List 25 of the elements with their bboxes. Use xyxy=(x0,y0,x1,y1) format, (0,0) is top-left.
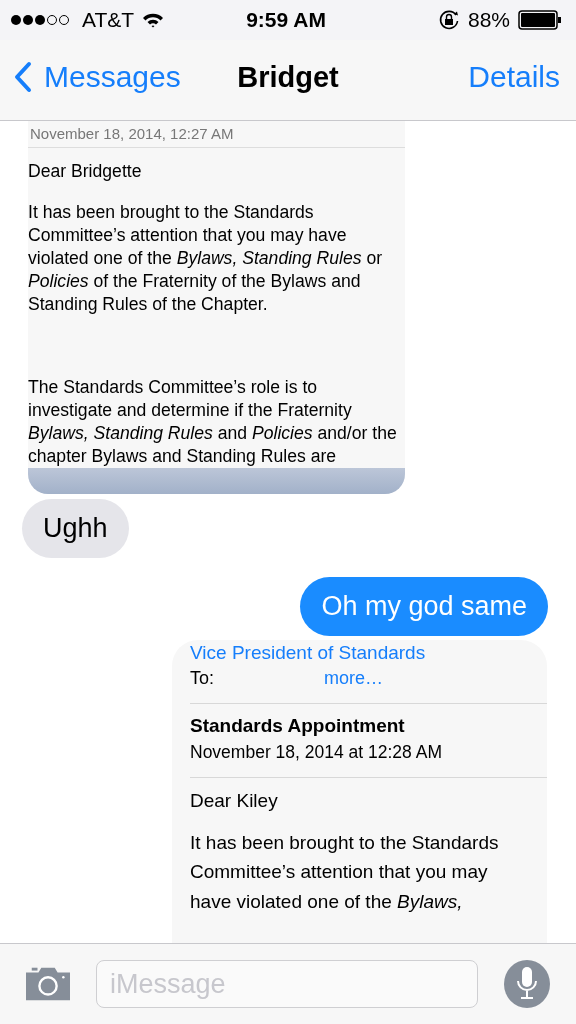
clock-time: 9:59 AM xyxy=(246,8,326,32)
back-button[interactable]: Messages xyxy=(14,60,181,94)
details-button[interactable]: Details xyxy=(468,60,560,94)
email-subject: Standards Appointment xyxy=(190,715,406,737)
carrier-name: AT&T xyxy=(82,8,135,32)
message-bubble: Oh my god same xyxy=(300,577,548,636)
email-sender: Vice President of Standards xyxy=(190,642,427,664)
rotation-lock-icon xyxy=(437,9,460,31)
chevron-left-icon xyxy=(14,61,32,93)
email-paragraph: The Standards Committee’s role is to investigate and determine if the Fraternity Bylaws, Standing Rules and Policies and/or the chapter Bylaws and Standing Rules are xyxy=(28,376,398,468)
email-paragraph: It has been brought to the Standards Committee’s attention that you may have violated one of the Bylaws, Standing Rules or Policies of the Fraternity of the Bylaws and Standing Rules of the Chapter. xyxy=(28,201,384,316)
contact-name: Bridget xyxy=(236,60,340,94)
email-date: November 18, 2014 at 12:28 AM xyxy=(190,742,443,763)
email-paragraph: Dear Bridgette xyxy=(28,160,143,183)
camera-icon[interactable] xyxy=(26,967,71,1001)
email-paragraph: It has been brought to the Standards Committee’s attention that you may have violated one of the Bylaws, xyxy=(190,830,500,914)
microphone-icon xyxy=(516,966,538,1002)
battery-icon xyxy=(518,10,562,30)
to-label: To: xyxy=(190,668,214,689)
microphone-button[interactable] xyxy=(504,960,550,1008)
email-date: November 18, 2014, 12:27 AM xyxy=(30,125,234,142)
message-bubble: Ughh xyxy=(22,499,129,558)
wifi-icon xyxy=(142,12,165,28)
battery-percent: 88% xyxy=(467,8,510,32)
email-paragraph: Dear Kiley xyxy=(190,789,279,813)
